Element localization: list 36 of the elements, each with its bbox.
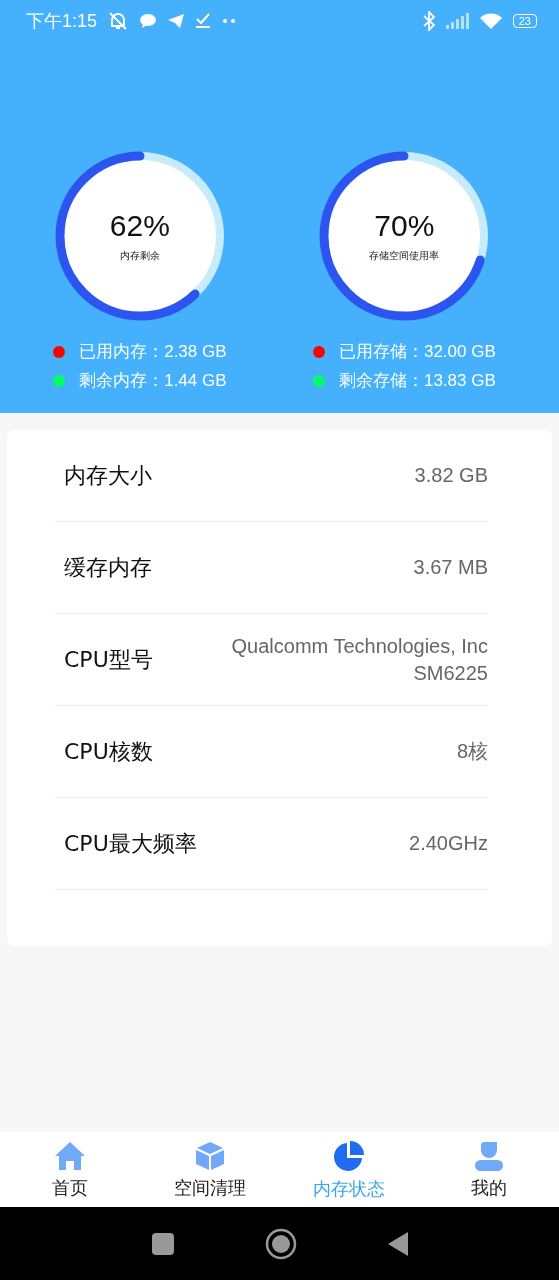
wifi-icon bbox=[478, 12, 503, 30]
info-value: 3.82 GB bbox=[414, 463, 488, 488]
home-button-icon[interactable] bbox=[264, 1227, 297, 1260]
check-icon bbox=[195, 13, 212, 29]
nav-tab[interactable]: 空间清理 bbox=[139, 1132, 280, 1207]
gauge-percent: 70% bbox=[374, 209, 435, 243]
bluetooth-icon bbox=[422, 11, 435, 31]
paper-plane-icon bbox=[167, 13, 186, 29]
battery-level: 23 bbox=[512, 14, 537, 28]
pie-chart-icon bbox=[332, 1138, 367, 1173]
info-value: 2.40GHz bbox=[409, 831, 488, 856]
cube-icon bbox=[193, 1139, 226, 1172]
info-value: 3.67 MB bbox=[413, 555, 488, 580]
legend-text: 剩余存储：13.83 GB bbox=[338, 370, 496, 392]
info-label: 内存大小 bbox=[64, 461, 152, 490]
status-time: 下午1:15 bbox=[26, 10, 98, 33]
nav-tab[interactable]: 首页 bbox=[0, 1132, 140, 1207]
legend-text: 已用存储：32.00 GB bbox=[338, 341, 496, 363]
info-label: 缓存内存 bbox=[64, 553, 152, 582]
info-label: CPU最大频率 bbox=[64, 829, 197, 858]
gauge-caption: 存储空间使用率 bbox=[369, 249, 440, 263]
signal-icon bbox=[444, 13, 469, 29]
more-dots-icon bbox=[221, 18, 238, 24]
square-icon[interactable] bbox=[150, 1231, 175, 1256]
gauge-percent: 62% bbox=[109, 209, 170, 243]
chat-bubble-icon bbox=[139, 13, 158, 29]
gauge-caption: 内存剩余 bbox=[119, 249, 160, 263]
back-icon[interactable] bbox=[386, 1230, 409, 1257]
legend-text: 剩余内存：1.44 GB bbox=[79, 370, 227, 392]
info-value: Qualcomm Technologies, Inc SM6225 bbox=[231, 633, 488, 686]
legend-text: 已用内存：2.38 GB bbox=[79, 341, 227, 363]
info-label: CPU型号 bbox=[64, 645, 153, 674]
nav-tab[interactable]: 我的 bbox=[419, 1132, 559, 1207]
person-icon bbox=[473, 1139, 506, 1172]
info-value: 8核 bbox=[456, 739, 488, 764]
info-label: CPU核数 bbox=[64, 737, 153, 766]
